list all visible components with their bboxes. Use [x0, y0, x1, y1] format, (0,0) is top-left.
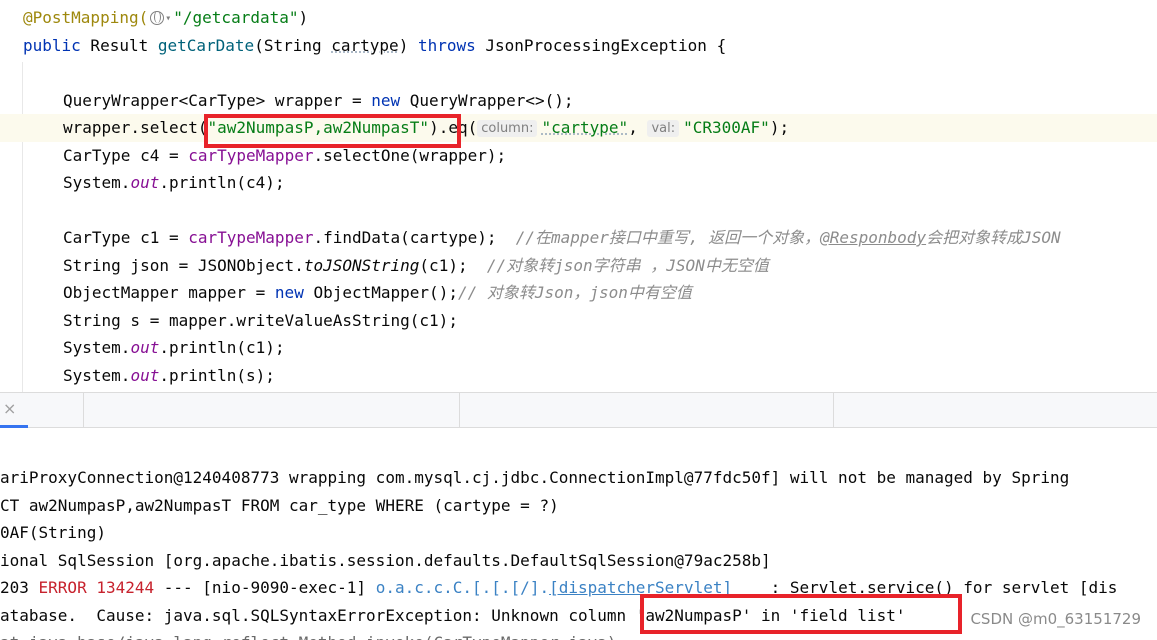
param-hint-column: column: [477, 120, 538, 137]
code-text: String json = JSONObject. [63, 255, 304, 275]
highlight-box-error [640, 594, 962, 634]
log-message: atabase. Cause: java.sql.SQLSyntaxErrorE… [0, 605, 636, 625]
code-comment: @Responbody [820, 228, 927, 247]
console-line: CT aw2NumpasP,aw2NumpasT FROM car_type W… [0, 495, 559, 515]
string-literal: "CR300AF" [683, 118, 770, 137]
code-editor[interactable]: @PostMapping( ▾ "/getcardata") public Resu… [0, 0, 1157, 392]
run-panel-toolbar: × [0, 392, 1157, 428]
code-line-4[interactable]: QueryWrapper<CarType> wrapper = new Quer… [0, 87, 1157, 115]
chevron-down-icon[interactable]: ▾ [165, 13, 171, 24]
code-comment: //在mapper接口中重写, 返回一个对象， [515, 228, 821, 247]
console-line: 0AF(String) [0, 523, 106, 542]
code-line-2[interactable]: public Result getCarDate(String cartype)… [0, 32, 1157, 60]
code-text: (String [254, 35, 332, 55]
keyword: new [371, 90, 401, 110]
code-text: ); [769, 118, 790, 137]
code-text: (c1); [419, 255, 487, 275]
code-comment: //对象转json字符串 ，JSON中无空值 [486, 255, 769, 275]
log-thread: --- [nio-9090-exec-1] [154, 578, 376, 597]
watermark: CSDN @m0_63151729 [968, 610, 1143, 628]
active-tab-indicator [0, 425, 28, 428]
code-line-9[interactable]: CarType c1 = carTypeMapper.findData(cart… [0, 224, 1157, 252]
code-line-10[interactable]: String json = JSONObject.toJSONString(c1… [0, 252, 1157, 280]
parameter-name: cartype [331, 35, 399, 55]
code-text: ) [298, 8, 309, 27]
method-name: getCarDate [157, 35, 255, 55]
code-text: System. [63, 173, 131, 192]
code-text: .println(c1); [159, 338, 285, 357]
console-line: at java.base/java.lang.reflect.Method.in… [0, 629, 1157, 640]
code-text: ) [398, 35, 418, 55]
code-line-1[interactable]: @PostMapping( ▾ "/getcardata") [0, 4, 1157, 32]
toolbar-divider [833, 393, 834, 427]
code-text: ObjectMapper(); [303, 283, 458, 302]
code-text: Result [80, 35, 158, 55]
code-text: CarType c4 = [63, 145, 189, 165]
field-name: out [130, 173, 160, 192]
highlight-box-select [204, 114, 461, 148]
code-text: ObjectMapper mapper = [63, 283, 275, 302]
method-name: toJSONString [303, 255, 420, 275]
code-text: String s = mapper.writeValueAsString(c1)… [63, 310, 458, 330]
code-line-12[interactable]: String s = mapper.writeValueAsString(c1)… [0, 307, 1157, 335]
field-name: carTypeMapper [188, 145, 314, 165]
code-text: wrapper.select( [63, 118, 208, 137]
code-text: CarType c1 = [63, 228, 189, 247]
code-text: System. [63, 338, 131, 357]
code-text: .selectOne(wrapper); [313, 145, 507, 165]
field-name: out [130, 365, 160, 385]
console-line: ional SqlSession [org.apache.ibatis.sess… [0, 550, 771, 570]
toolbar-divider [459, 393, 460, 427]
annotation-text: @PostMapping( [23, 8, 149, 27]
keyword: new [274, 283, 304, 302]
console-error-line: 203 ERROR 134244 --- [nio-9090-exec-1] o… [0, 574, 1157, 602]
code-comment: 会把对象转成JSON [926, 228, 1061, 247]
keyword: throws [417, 35, 476, 55]
code-text: System. [63, 365, 131, 385]
globe-icon[interactable] [150, 11, 165, 25]
code-text: .findData(cartype); [313, 228, 516, 247]
code-line-7[interactable]: System.out.println(c4); [0, 169, 1157, 197]
code-text: QueryWrapper<>(); [400, 90, 574, 110]
console-line: ariProxyConnection@1240408773 wrapping c… [0, 468, 1070, 487]
log-timestamp: 203 [0, 578, 39, 597]
code-text: , [628, 118, 648, 137]
string-literal: "cartype" [541, 118, 629, 137]
mapping-path: "/getcardata" [173, 8, 299, 27]
code-text: .println(s); [159, 365, 275, 385]
code-line-14[interactable]: System.out.println(s); [0, 362, 1157, 390]
code-line-6[interactable]: CarType c4 = carTypeMapper.selectOne(wra… [0, 142, 1157, 170]
code-line-13[interactable]: System.out.println(c1); [0, 334, 1157, 362]
log-level: ERROR 134244 [38, 578, 155, 597]
code-text: JsonProcessingException { [475, 35, 727, 55]
close-icon[interactable]: × [3, 399, 16, 419]
keyword: public [23, 35, 81, 55]
toolbar-divider [83, 393, 84, 427]
logger-name: o.a.c.c.C.[.[.[/]. [375, 578, 550, 597]
code-text: QueryWrapper<CarType> wrapper = [63, 90, 372, 110]
field-name: carTypeMapper [188, 228, 314, 247]
field-name: out [130, 338, 160, 357]
code-text: .println(c4); [159, 173, 285, 192]
code-line-11[interactable]: ObjectMapper mapper = new ObjectMapper()… [0, 279, 1157, 307]
code-line-5[interactable]: wrapper.select("aw2NumpasP,aw2NumpasT").… [0, 114, 1157, 142]
code-comment: // 对象转Json，json中有空值 [457, 283, 692, 302]
param-hint-val: val: [647, 120, 680, 137]
